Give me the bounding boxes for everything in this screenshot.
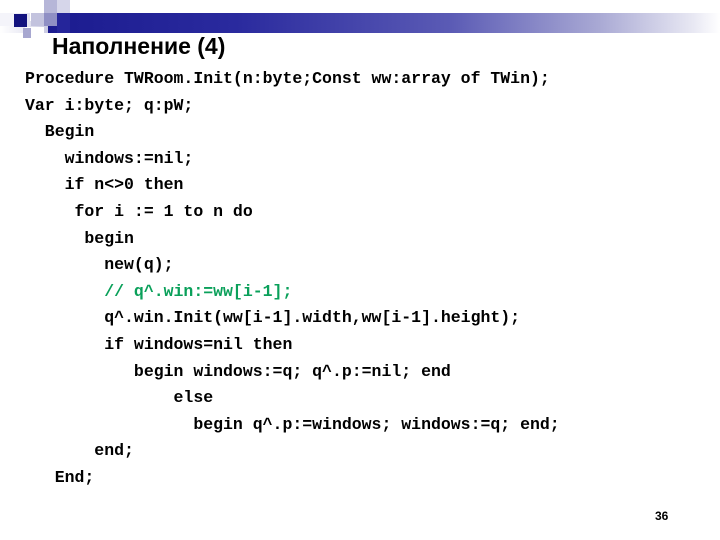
banner-square-dark-navy: [14, 14, 27, 27]
code-line: begin q^.p:=windows; windows:=q; end;: [25, 414, 560, 434]
banner-square-light-lavender: [31, 13, 44, 26]
code-line: end;: [25, 441, 134, 461]
code-line: Begin: [25, 122, 95, 142]
banner-square-mid-violet: [44, 13, 57, 26]
banner-square-lavender-top: [44, 0, 57, 13]
code-line: else: [25, 388, 214, 408]
code-line: begin windows:=q; q^.p:=nil; end: [25, 361, 451, 381]
code-line: if windows=nil then: [25, 334, 293, 354]
banner-square-white-notch: [31, 27, 44, 38]
banner-square-white-lower: [25, 27, 38, 38]
code-line: End;: [25, 467, 95, 487]
header-decoration-banner: [0, 0, 720, 38]
code-line: new(q);: [25, 255, 174, 275]
code-line: begin: [25, 228, 134, 248]
banner-square-violet-lower: [23, 28, 36, 38]
code-line: q^.win.Init(ww[i-1].width,ww[i-1].height…: [25, 308, 521, 328]
code-line: windows:=nil;: [25, 148, 194, 168]
code-line: // q^.win:=ww[i-1];: [25, 281, 293, 301]
banner-square-pale-left: [0, 13, 14, 26]
banner-gradient-bar: [48, 13, 720, 33]
code-listing: Procedure TWRoom.Init(n:byte;Const ww:ar…: [25, 66, 715, 492]
banner-square-pale-top: [57, 0, 70, 13]
code-line: for i := 1 to n do: [25, 201, 253, 221]
banner-square-blue-tall: [57, 13, 70, 33]
banner-square-white-upper: [30, 8, 44, 21]
code-line: Var i:byte; q:pW;: [25, 95, 194, 115]
code-line: Procedure TWRoom.Init(n:byte;Const ww:ar…: [25, 69, 550, 88]
banner-left-fade: [0, 13, 48, 33]
slide-number: 36: [655, 509, 669, 523]
code-line: if n<>0 then: [25, 175, 184, 195]
page-title: Наполнение (4): [52, 33, 226, 59]
